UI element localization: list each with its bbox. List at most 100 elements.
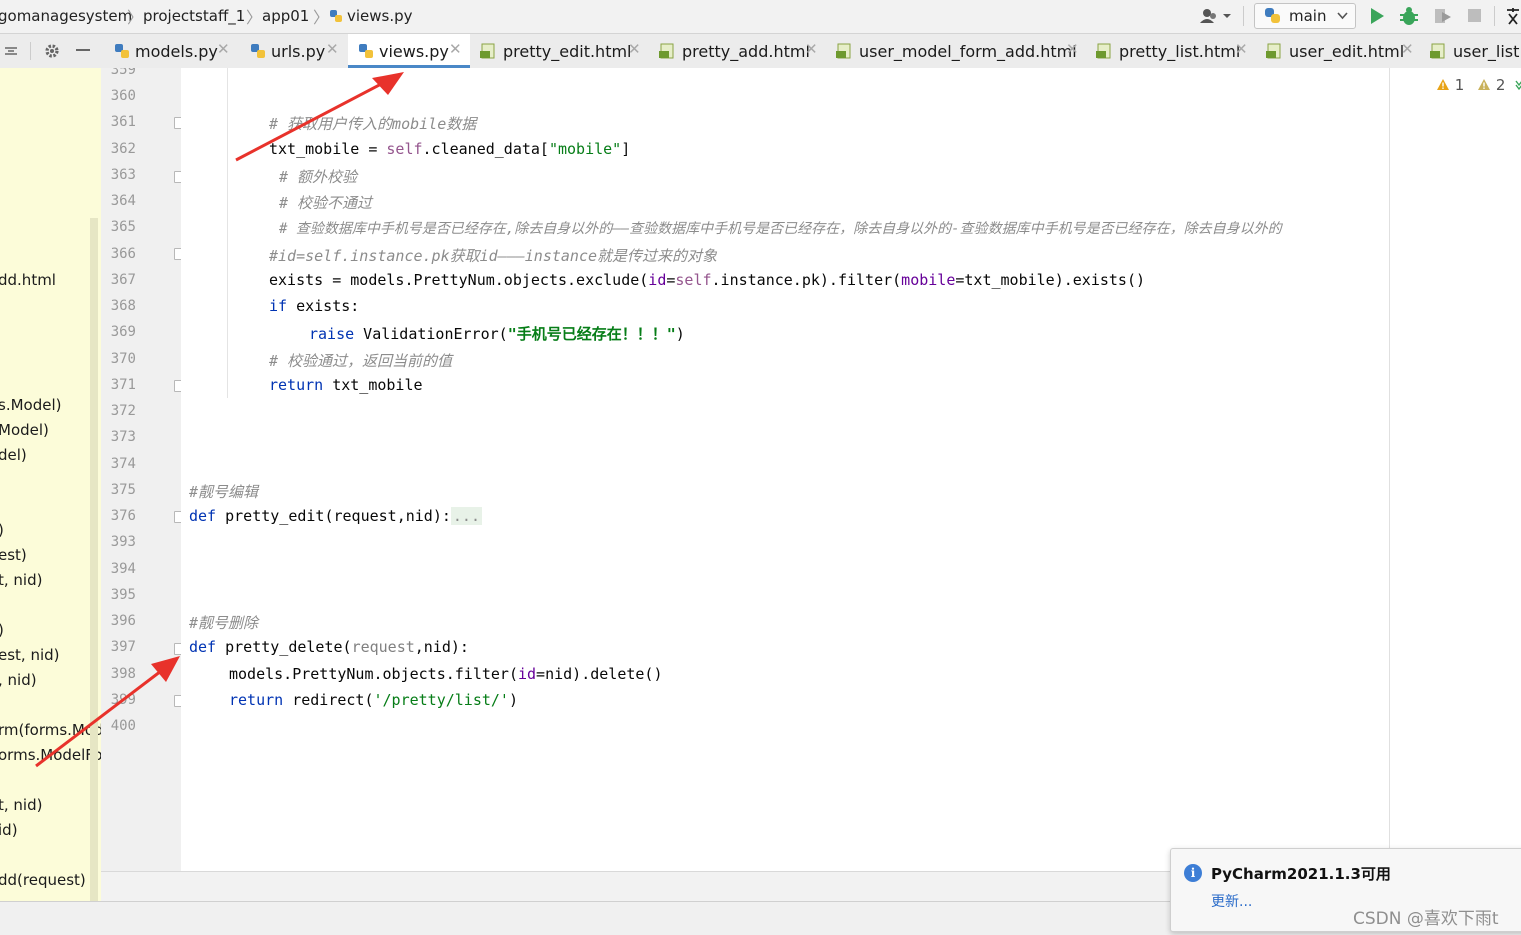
structure-item[interactable]: ) <box>0 521 4 539</box>
user-account-icon[interactable] <box>1199 8 1233 24</box>
tab-user-list-html[interactable]: user_list.h <box>1424 34 1521 68</box>
breadcrumb-app[interactable]: app01 <box>262 7 309 25</box>
fold-marker[interactable] <box>174 380 181 392</box>
breadcrumb-file[interactable]: views.py <box>329 7 413 25</box>
code-token: pretty_edit(request,nid): <box>216 507 451 525</box>
code-editor[interactable]: # 获取用户传入的mobile数据 txt_mobile = self.clea… <box>181 68 1521 871</box>
html-file-icon <box>1266 43 1281 59</box>
code-token: exists = models.PrettyNum.objects.exclud… <box>269 271 649 289</box>
code-token: redirect( <box>283 691 374 709</box>
html-file-icon <box>1430 43 1445 59</box>
structure-item[interactable]: t, nid) <box>0 796 42 814</box>
tab-urls-py[interactable]: urls.py ✕ <box>244 34 348 68</box>
stop-icon[interactable] <box>1467 8 1482 23</box>
toolbar-divider <box>1494 6 1495 26</box>
code-token: .instance.pk).filter( <box>711 271 902 289</box>
line-number: 372 <box>110 403 136 419</box>
structure-item[interactable]: est, nid) <box>0 646 60 664</box>
minimize-icon[interactable] <box>76 49 90 52</box>
watermark: CSDN @喜欢下雨t <box>1353 909 1499 929</box>
close-icon[interactable]: ✕ <box>1235 40 1248 58</box>
toolbar-divider <box>30 42 31 60</box>
close-icon[interactable]: ✕ <box>326 40 339 58</box>
inspections-widget[interactable]: 1 2 <box>1436 76 1521 94</box>
structure-item[interactable]: t, nid) <box>0 571 42 589</box>
fold-marker[interactable] <box>174 248 181 260</box>
debug-icon[interactable] <box>1399 6 1419 26</box>
python-run-config-icon <box>1265 8 1280 23</box>
code-line-371: return txt_mobile <box>269 376 423 394</box>
structure-item[interactable]: orms.ModelFo <box>0 746 101 764</box>
breadcrumb-separator: 〉 <box>313 8 330 27</box>
breadcrumb-project[interactable]: gomanagesystem <box>0 7 132 25</box>
structure-item[interactable]: dd.html <box>0 271 56 289</box>
notification-title: PyCharm2021.1.3可用 <box>1211 865 1391 883</box>
structure-item[interactable]: Model) <box>0 421 49 439</box>
line-number: 373 <box>110 429 136 445</box>
close-icon[interactable]: ✕ <box>1401 40 1414 58</box>
code-line-361: # 获取用户传入的mobile数据 <box>269 115 477 133</box>
close-icon[interactable]: ✕ <box>1066 40 1079 58</box>
code-token: self <box>386 140 423 158</box>
close-icon[interactable]: ✕ <box>628 40 641 58</box>
python-file-icon <box>115 44 129 58</box>
line-number: 398 <box>110 666 136 682</box>
fold-marker[interactable] <box>174 117 181 129</box>
line-number: 376 <box>110 508 136 524</box>
code-token: "手机号已经存在！！！" <box>507 325 676 343</box>
code-token: return <box>229 691 284 709</box>
gear-icon[interactable] <box>44 43 60 59</box>
close-icon[interactable]: ✕ <box>805 40 818 58</box>
tab-views-py[interactable]: views.py ✕ <box>348 34 470 68</box>
fold-marker[interactable] <box>174 511 181 523</box>
tab-user-model-form-add-html[interactable]: user_model_form_add.html ✕ <box>828 34 1088 68</box>
line-number: 368 <box>110 298 136 314</box>
code-token: return <box>269 376 324 394</box>
close-icon[interactable]: ✕ <box>449 40 462 58</box>
run-icon[interactable] <box>1369 7 1385 25</box>
code-line-399: return redirect('/pretty/list/') <box>229 691 518 709</box>
structure-scrollbar[interactable] <box>90 218 98 901</box>
fold-marker[interactable] <box>174 643 181 655</box>
structure-item[interactable]: dd(request) <box>0 871 86 889</box>
line-number: 365 <box>110 219 136 235</box>
structure-item[interactable]: s.Model) <box>0 396 61 414</box>
structure-item[interactable]: ) <box>0 621 4 639</box>
run-with-coverage-icon[interactable] <box>1433 7 1453 25</box>
tab-models-py[interactable]: models.py ✕ <box>108 34 244 68</box>
code-line-367: exists = models.PrettyNum.objects.exclud… <box>269 271 1145 289</box>
fold-marker[interactable] <box>174 695 181 707</box>
python-file-icon <box>330 10 342 22</box>
line-number: 364 <box>110 193 136 209</box>
collapse-all-icon[interactable] <box>4 44 18 58</box>
fold-marker[interactable] <box>174 171 181 183</box>
tab-pretty-edit-html[interactable]: pretty_edit.html ✕ <box>472 34 650 68</box>
structure-item[interactable]: est) <box>0 546 27 564</box>
info-icon: i <box>1184 864 1202 882</box>
structure-item[interactable]: rm(forms.Mod <box>0 721 101 739</box>
line-number: 360 <box>110 88 136 104</box>
line-number: 396 <box>110 613 136 629</box>
code-token: pretty_delete( <box>216 638 352 656</box>
breadcrumb-folder[interactable]: projectstaff_1 <box>143 7 245 25</box>
structure-item[interactable]: id) <box>0 821 18 839</box>
breadcrumb-separator: 〉 <box>246 8 263 27</box>
python-file-icon <box>251 44 265 58</box>
line-number: 370 <box>110 351 136 367</box>
structure-item[interactable]: del) <box>0 446 27 464</box>
tab-pretty-add-html[interactable]: pretty_add.html ✕ <box>651 34 828 68</box>
update-link[interactable]: 更新... <box>1211 891 1252 911</box>
tab-label: views.py <box>379 42 449 61</box>
translate-icon[interactable] <box>1505 6 1521 26</box>
tab-user-edit-html[interactable]: user_edit.html ✕ <box>1259 34 1423 68</box>
structure-item[interactable]: , nid) <box>0 671 37 689</box>
line-number: 375 <box>110 482 136 498</box>
code-token: id <box>648 271 667 289</box>
run-configuration-selector[interactable]: main <box>1254 3 1356 29</box>
code-line-362: txt_mobile = self.cleaned_data["mobile"] <box>269 140 630 158</box>
folded-code-placeholder[interactable]: ... <box>450 507 482 525</box>
tab-pretty-list-html[interactable]: pretty_list.html ✕ <box>1089 34 1259 68</box>
close-icon[interactable]: ✕ <box>217 40 230 58</box>
code-line-375: #靓号编辑 <box>189 483 259 501</box>
line-number: 371 <box>110 377 136 393</box>
